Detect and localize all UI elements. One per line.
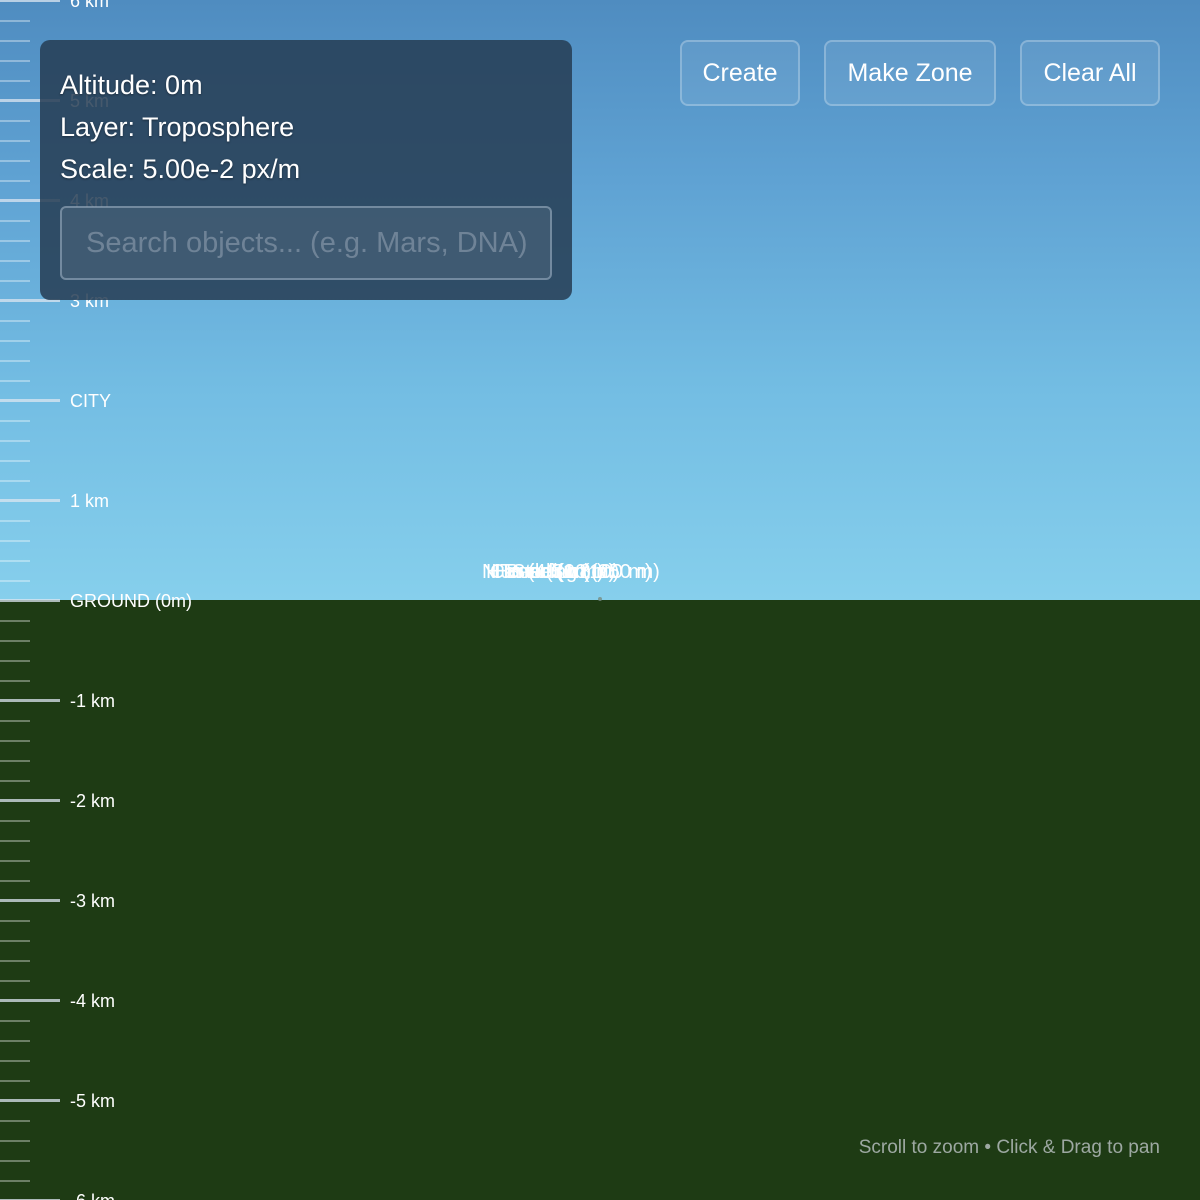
origin-marker [598, 597, 602, 601]
object-label-cluster[interactable]: N Human (1.8 m) Car (4.5 m) House (10 m) Tre… [482, 560, 718, 586]
clear-all-button[interactable]: Clear All [1020, 40, 1160, 106]
search-input[interactable] [60, 206, 552, 280]
layer-readout: Layer: Troposphere [60, 112, 295, 142]
info-panel: Altitude: 0m Layer: Troposphere Scale: 5… [40, 40, 572, 300]
object-label[interactable]: Stadium (250 m) [512, 560, 660, 584]
scale-viewport[interactable]: 6 km5 km4 km3 kmCITY1 kmGROUND (0m)-1 km… [0, 0, 1200, 1200]
navigation-hint: Scroll to zoom • Click & Drag to pan [858, 1137, 1160, 1158]
make-zone-button[interactable]: Make Zone [824, 40, 996, 106]
scale-readout: Scale: 5.00e-2 px/m [60, 154, 301, 184]
create-button[interactable]: Create [680, 40, 800, 106]
altitude-readout: Altitude: 0m [60, 70, 203, 100]
ground-background [0, 600, 1200, 1200]
